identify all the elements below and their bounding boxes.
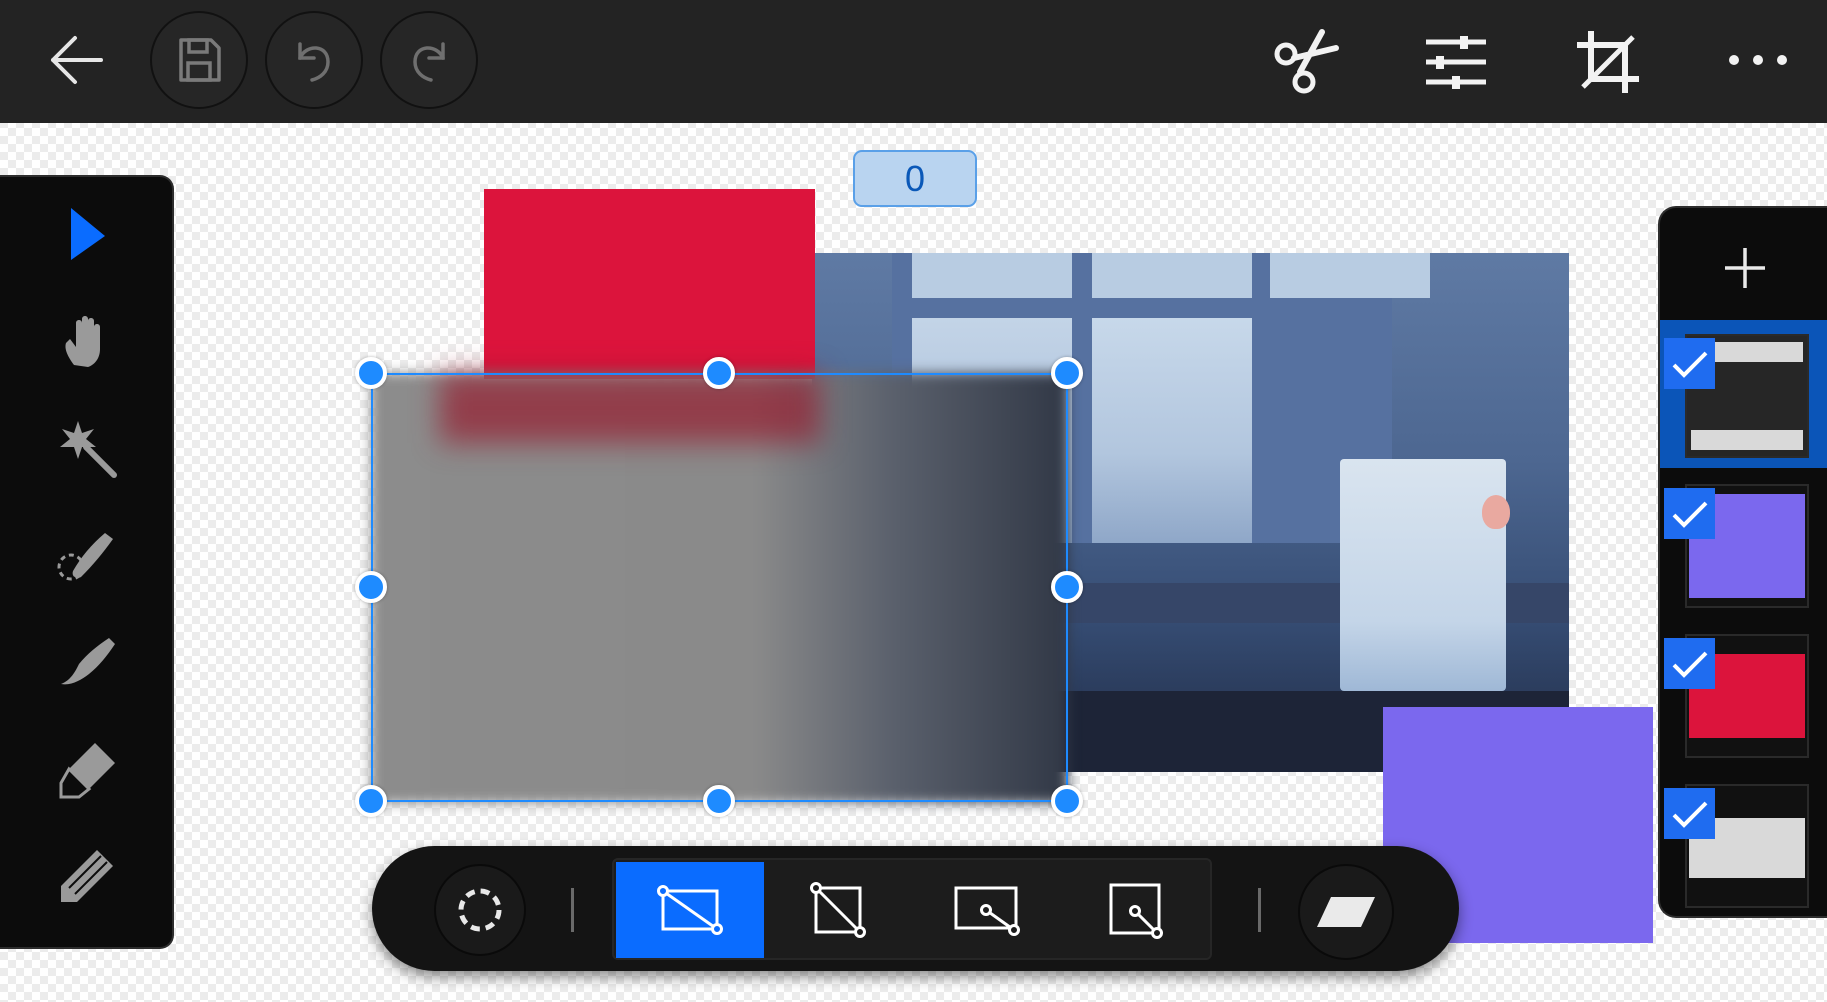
hand-icon <box>65 316 100 367</box>
cut-button[interactable] <box>1266 22 1346 102</box>
divider <box>1258 888 1261 932</box>
magic-wand-icon <box>60 421 117 478</box>
layer-item[interactable] <box>1660 770 1827 918</box>
crop-icon <box>1577 31 1639 93</box>
redo-button[interactable] <box>380 11 478 109</box>
layer-item[interactable] <box>1660 620 1827 768</box>
transform-perspective-button[interactable] <box>1062 862 1210 958</box>
crop-button[interactable] <box>1566 20 1650 104</box>
tool-select[interactable] <box>50 197 124 271</box>
divider <box>571 888 574 932</box>
floppy-disk-icon <box>179 38 221 82</box>
checkmark-icon <box>1672 351 1707 378</box>
left-toolbar <box>0 175 174 949</box>
checkmark-icon <box>1672 651 1707 678</box>
transform-free-button[interactable] <box>616 862 764 958</box>
arrow-cursor-icon <box>71 208 105 260</box>
layer-visibility-checkbox[interactable] <box>1664 788 1715 839</box>
transform-skew-button[interactable] <box>912 862 1062 958</box>
rotation-value: 0 <box>904 157 926 199</box>
tool-pan[interactable] <box>50 304 124 378</box>
save-button[interactable] <box>150 11 248 109</box>
more-horizontal-icon <box>1729 55 1787 65</box>
transform-toolbar <box>372 846 1459 971</box>
pencil-icon <box>61 850 113 902</box>
brush-select-icon <box>57 533 113 581</box>
top-toolbar <box>0 0 1827 123</box>
checkmark-icon <box>1672 801 1707 828</box>
rotation-badge: 0 <box>853 150 977 207</box>
layer-item[interactable] <box>1660 470 1827 618</box>
rect-handle-icon <box>954 886 1020 936</box>
handle-top-left[interactable] <box>355 357 387 389</box>
layer-item[interactable] <box>1660 320 1827 468</box>
square-diagonal-icon <box>810 882 866 938</box>
add-layer-button[interactable] <box>1715 238 1775 298</box>
layer-visibility-checkbox[interactable] <box>1664 638 1715 689</box>
selection-box[interactable] <box>371 373 1068 802</box>
handle-middle-left[interactable] <box>355 571 387 603</box>
tool-magic-wand[interactable] <box>50 411 124 485</box>
rect-diagonal-icon <box>657 885 723 935</box>
square-handle-icon <box>1109 883 1163 939</box>
redo-icon <box>413 42 445 82</box>
adjust-button[interactable] <box>1416 22 1496 102</box>
transform-distort-button[interactable] <box>764 862 912 958</box>
transform-mode-group <box>612 858 1212 960</box>
layer-visibility-checkbox[interactable] <box>1664 338 1715 389</box>
handle-bottom-right[interactable] <box>1051 785 1083 817</box>
layer-visibility-checkbox[interactable] <box>1664 488 1715 539</box>
rotate-dashed-circle-icon <box>458 888 502 932</box>
book-object <box>1340 459 1506 691</box>
sliders-icon <box>1426 36 1486 89</box>
handle-top-center[interactable] <box>703 357 735 389</box>
arrow-left-icon <box>51 36 103 84</box>
rotate-button[interactable] <box>434 864 526 956</box>
flip-button[interactable] <box>1298 864 1394 960</box>
tool-eraser[interactable] <box>50 732 124 806</box>
undo-button[interactable] <box>265 11 363 109</box>
handle-bottom-left[interactable] <box>355 785 387 817</box>
back-button[interactable] <box>38 22 114 98</box>
balloon-icon <box>1482 495 1510 529</box>
more-button[interactable] <box>1718 30 1798 90</box>
layers-panel <box>1658 206 1827 918</box>
tool-pencil[interactable] <box>50 839 124 913</box>
scissors-icon <box>1274 29 1339 94</box>
handle-middle-right[interactable] <box>1051 571 1083 603</box>
tool-brush[interactable] <box>50 625 124 699</box>
eraser-icon <box>59 743 115 799</box>
red-rectangle-layer[interactable] <box>484 189 815 379</box>
handle-bottom-center[interactable] <box>703 785 735 817</box>
tool-brush-select[interactable] <box>50 518 124 592</box>
handle-top-right[interactable] <box>1051 357 1083 389</box>
brush-icon <box>61 638 115 685</box>
plus-icon <box>1725 248 1765 288</box>
undo-icon <box>298 42 330 82</box>
parallelogram-icon <box>1317 897 1375 927</box>
checkmark-icon <box>1672 501 1707 528</box>
